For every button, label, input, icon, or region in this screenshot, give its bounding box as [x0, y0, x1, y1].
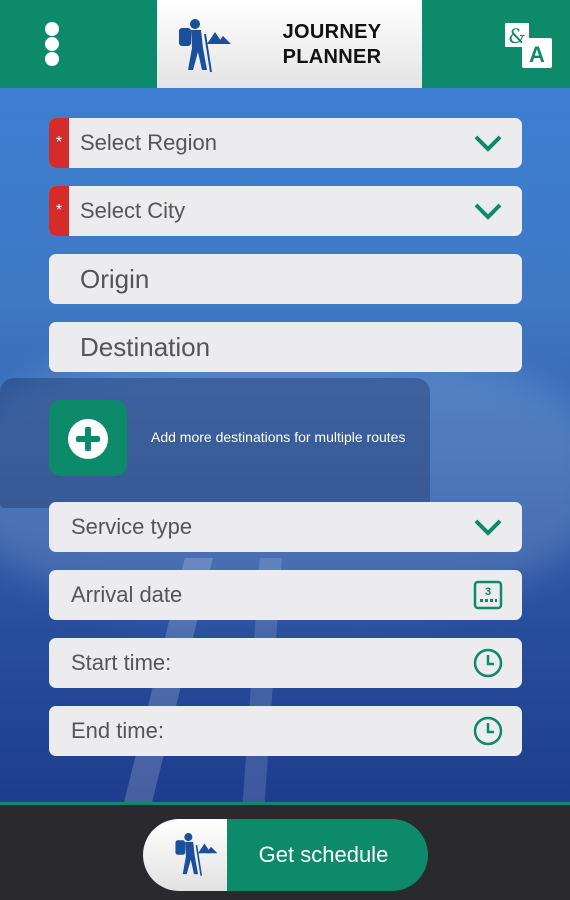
- app-title-banner: JOURNEY PLANNER: [157, 0, 422, 88]
- chevron-down-icon: [474, 135, 502, 152]
- region-select-label: Select Region: [80, 130, 217, 155]
- add-destination-button[interactable]: [49, 400, 127, 476]
- required-marker: *: [49, 118, 69, 168]
- calendar-icon[interactable]: 3: [472, 579, 504, 611]
- arrival-date-label: Arrival date: [71, 582, 183, 607]
- svg-text:A: A: [529, 42, 545, 67]
- get-schedule-label: Get schedule: [227, 819, 428, 891]
- required-marker: *: [49, 186, 69, 236]
- hiker-icon: [175, 833, 218, 876]
- destination-field[interactable]: Destination: [49, 322, 522, 372]
- city-select-label: Select City: [80, 198, 186, 223]
- city-select[interactable]: * Select City: [49, 186, 522, 236]
- hiker-icon: [179, 19, 231, 73]
- region-select[interactable]: * Select Region: [49, 118, 522, 168]
- start-time-label: Start time:: [71, 650, 172, 675]
- chevron-down-icon: [474, 519, 502, 536]
- page-title: JOURNEY PLANNER: [257, 20, 407, 70]
- plus-icon: [68, 419, 108, 459]
- origin-placeholder: Origin: [80, 263, 150, 294]
- get-schedule-button[interactable]: Get schedule: [143, 819, 428, 891]
- schedule-button-logo: [143, 819, 227, 891]
- end-time-field[interactable]: End time:: [49, 706, 522, 756]
- clock-icon[interactable]: [472, 715, 504, 747]
- clock-icon[interactable]: [472, 647, 504, 679]
- calendar-day: 3: [485, 586, 491, 598]
- origin-field[interactable]: Origin: [49, 254, 522, 304]
- end-time-label: End time:: [71, 718, 164, 743]
- service-type-select[interactable]: Service type: [49, 502, 522, 552]
- arrival-date-field[interactable]: Arrival date 3: [49, 570, 522, 620]
- language-translate-icon[interactable]: & A: [500, 14, 556, 74]
- start-time-field[interactable]: Start time:: [49, 638, 522, 688]
- service-type-label: Service type: [71, 514, 193, 539]
- more-vertical-icon[interactable]: [32, 16, 72, 72]
- top-app-bar: JOURNEY PLANNER & A: [0, 0, 570, 88]
- title-line-2: PLANNER: [282, 46, 382, 68]
- destination-placeholder: Destination: [80, 331, 211, 362]
- title-line-1: JOURNEY: [282, 21, 382, 43]
- chevron-down-icon: [474, 203, 502, 220]
- bottom-bar: Get schedule: [0, 802, 570, 900]
- add-destinations-hint: Add more destinations for multiple route…: [151, 429, 406, 445]
